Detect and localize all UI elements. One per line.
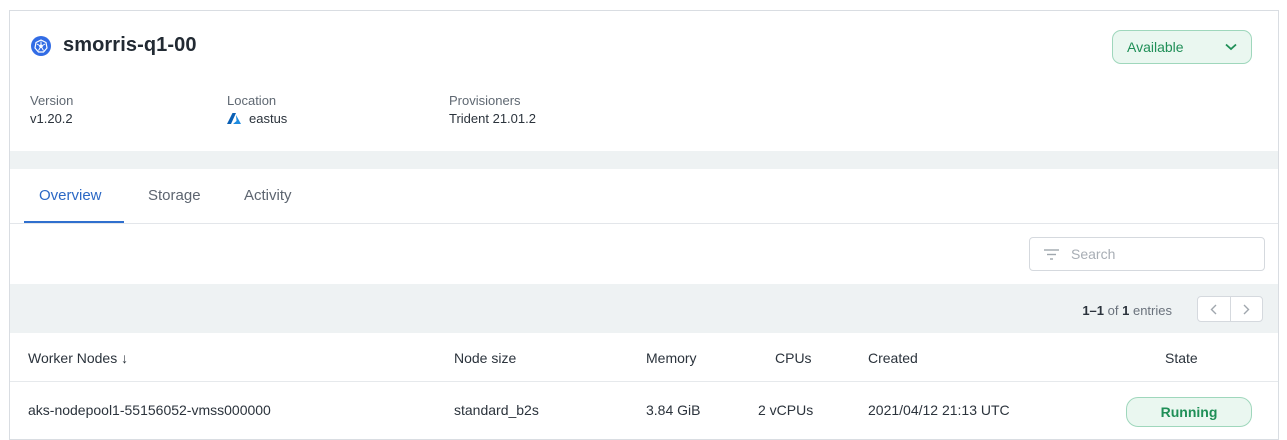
worker-node-name[interactable]: aks-nodepool1-55156052-vmss000000 bbox=[28, 402, 271, 418]
pagination-total: 1 bbox=[1122, 303, 1130, 318]
title-row: smorris-q1-00 bbox=[31, 34, 197, 57]
meta-location-label: Location bbox=[227, 93, 277, 108]
column-header-state[interactable]: State bbox=[1165, 350, 1198, 366]
table-header-divider bbox=[10, 381, 1278, 382]
memory-cell: 3.84 GiB bbox=[646, 402, 701, 418]
section-separator bbox=[10, 151, 1278, 169]
column-header-worker-nodes[interactable]: Worker Nodes ↓ bbox=[28, 350, 128, 366]
pagination-controls bbox=[1197, 296, 1263, 322]
meta-version-value: v1.20.2 bbox=[30, 111, 73, 126]
chevron-right-icon bbox=[1243, 304, 1250, 314]
azure-icon bbox=[227, 113, 241, 124]
meta-location-value-wrap: eastus bbox=[227, 111, 287, 126]
active-tab-indicator bbox=[24, 221, 124, 223]
column-header-memory[interactable]: Memory bbox=[646, 350, 697, 366]
filter-icon bbox=[1044, 248, 1059, 260]
meta-location: Location eastus bbox=[227, 93, 287, 126]
chevron-left-icon bbox=[1210, 304, 1217, 314]
meta-provisioners-label: Provisioners bbox=[449, 93, 521, 108]
state-badge: Running bbox=[1126, 397, 1252, 427]
tab-storage[interactable]: Storage bbox=[148, 187, 201, 204]
meta-location-value: eastus bbox=[249, 111, 288, 126]
search-box[interactable] bbox=[1029, 237, 1265, 271]
pagination-summary: 1–1 of 1 entries bbox=[1082, 303, 1172, 318]
meta-provisioners: Provisioners Trident 21.01.2 bbox=[449, 93, 536, 126]
tab-bar: Overview Storage Activity bbox=[10, 169, 1278, 224]
column-header-cpus[interactable]: CPUs bbox=[775, 350, 812, 366]
node-size-cell: standard_b2s bbox=[454, 402, 539, 418]
column-header-created[interactable]: Created bbox=[868, 350, 918, 366]
meta-version-label: Version bbox=[30, 93, 74, 108]
meta-provisioners-value: Trident 21.01.2 bbox=[449, 111, 536, 126]
meta-version: Version v1.20.2 bbox=[30, 93, 73, 126]
cpus-cell: 2 vCPUs bbox=[758, 402, 814, 418]
search-input[interactable] bbox=[1071, 246, 1251, 262]
cluster-status-label: Available bbox=[1127, 39, 1184, 55]
created-cell: 2021/04/12 21:13 UTC bbox=[868, 402, 1010, 418]
tab-overview[interactable]: Overview bbox=[39, 187, 102, 204]
cluster-name: smorris-q1-00 bbox=[63, 34, 197, 56]
chevron-down-icon bbox=[1225, 43, 1237, 51]
cluster-header: smorris-q1-00 Available Version v1.20.2 … bbox=[10, 11, 1278, 151]
pagination-of: of bbox=[1107, 303, 1119, 318]
cluster-status-dropdown[interactable]: Available bbox=[1112, 30, 1252, 64]
pagination-suffix: entries bbox=[1132, 303, 1172, 318]
tab-activity[interactable]: Activity bbox=[244, 187, 292, 204]
kubernetes-icon bbox=[31, 35, 51, 56]
cluster-details-panel: smorris-q1-00 Available Version v1.20.2 … bbox=[9, 10, 1279, 440]
column-header-node-size[interactable]: Node size bbox=[454, 350, 516, 366]
next-page-button[interactable] bbox=[1231, 297, 1263, 321]
prev-page-button[interactable] bbox=[1198, 297, 1230, 321]
pagination-range: 1–1 bbox=[1082, 303, 1105, 318]
